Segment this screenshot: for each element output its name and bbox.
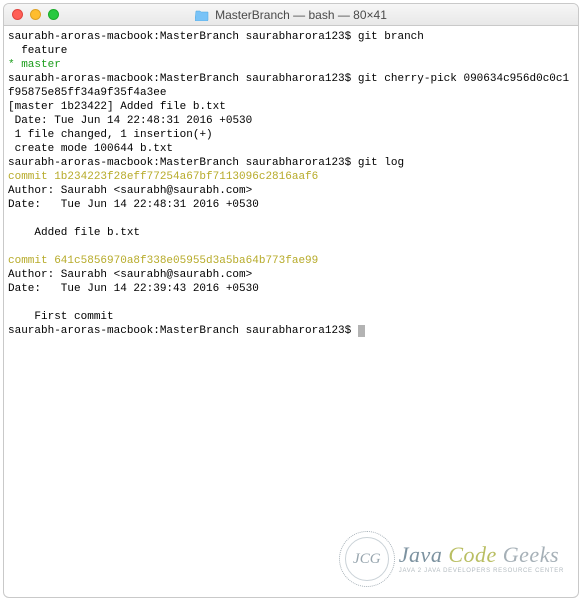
window-title: MasterBranch — bash — 80×41 [215,8,387,22]
titlebar-center: MasterBranch — bash — 80×41 [195,8,387,22]
watermark-logo-icon: JCG [339,531,395,587]
prompt: saurabh-aroras-macbook:MasterBranch saur… [8,325,358,337]
output-line: 1 file changed, 1 insertion(+) [8,129,213,141]
cursor-icon [358,325,365,337]
commit-date: Date: Tue Jun 14 22:39:43 2016 +0530 [8,283,259,295]
terminal-window: MasterBranch — bash — 80×41 saurabh-aror… [3,3,579,598]
commit-author: Author: Saurabh <saurabh@saurabh.com> [8,185,252,197]
command-text: git branch [358,31,424,43]
close-icon[interactable] [12,9,23,20]
prompt: saurabh-aroras-macbook:MasterBranch saur… [8,73,358,85]
commit-message: First commit [8,311,114,323]
commit-hash: commit 641c5856970a8f338e05955d3a5ba64b7… [8,255,318,267]
output-line: [master 1b23422] Added file b.txt [8,101,226,113]
watermark-word-b: Code [448,542,496,567]
command-text: git log [358,157,404,169]
commit-hash: commit 1b234223f28eff77254a67bf7113096c2… [8,171,318,183]
traffic-lights [12,9,59,20]
folder-icon [195,9,209,21]
current-branch-name: master [21,59,61,71]
watermark-tagline: JAVA 2 JAVA DEVELOPERS RESOURCE CENTER [399,568,564,574]
commit-author: Author: Saurabh <saurabh@saurabh.com> [8,269,252,281]
watermark: JCG Java Code Geeks JAVA 2 JAVA DEVELOPE… [339,531,564,587]
output-line: Date: Tue Jun 14 22:48:31 2016 +0530 [8,115,252,127]
watermark-wordmark: Java Code Geeks JAVA 2 JAVA DEVELOPERS R… [399,544,564,574]
watermark-word-c: Geeks [503,542,559,567]
output-line: create mode 100644 b.txt [8,143,173,155]
output-line: feature [8,45,67,57]
terminal-content[interactable]: saurabh-aroras-macbook:MasterBranch saur… [4,26,578,342]
prompt: saurabh-aroras-macbook:MasterBranch saur… [8,31,358,43]
watermark-logo-text: JCG [353,551,381,568]
minimize-icon[interactable] [30,9,41,20]
commit-date: Date: Tue Jun 14 22:48:31 2016 +0530 [8,199,259,211]
prompt: saurabh-aroras-macbook:MasterBranch saur… [8,157,358,169]
titlebar: MasterBranch — bash — 80×41 [4,4,578,26]
commit-message: Added file b.txt [8,227,140,239]
current-branch-marker: * [8,59,21,71]
watermark-word-a: Java [399,542,443,567]
zoom-icon[interactable] [48,9,59,20]
